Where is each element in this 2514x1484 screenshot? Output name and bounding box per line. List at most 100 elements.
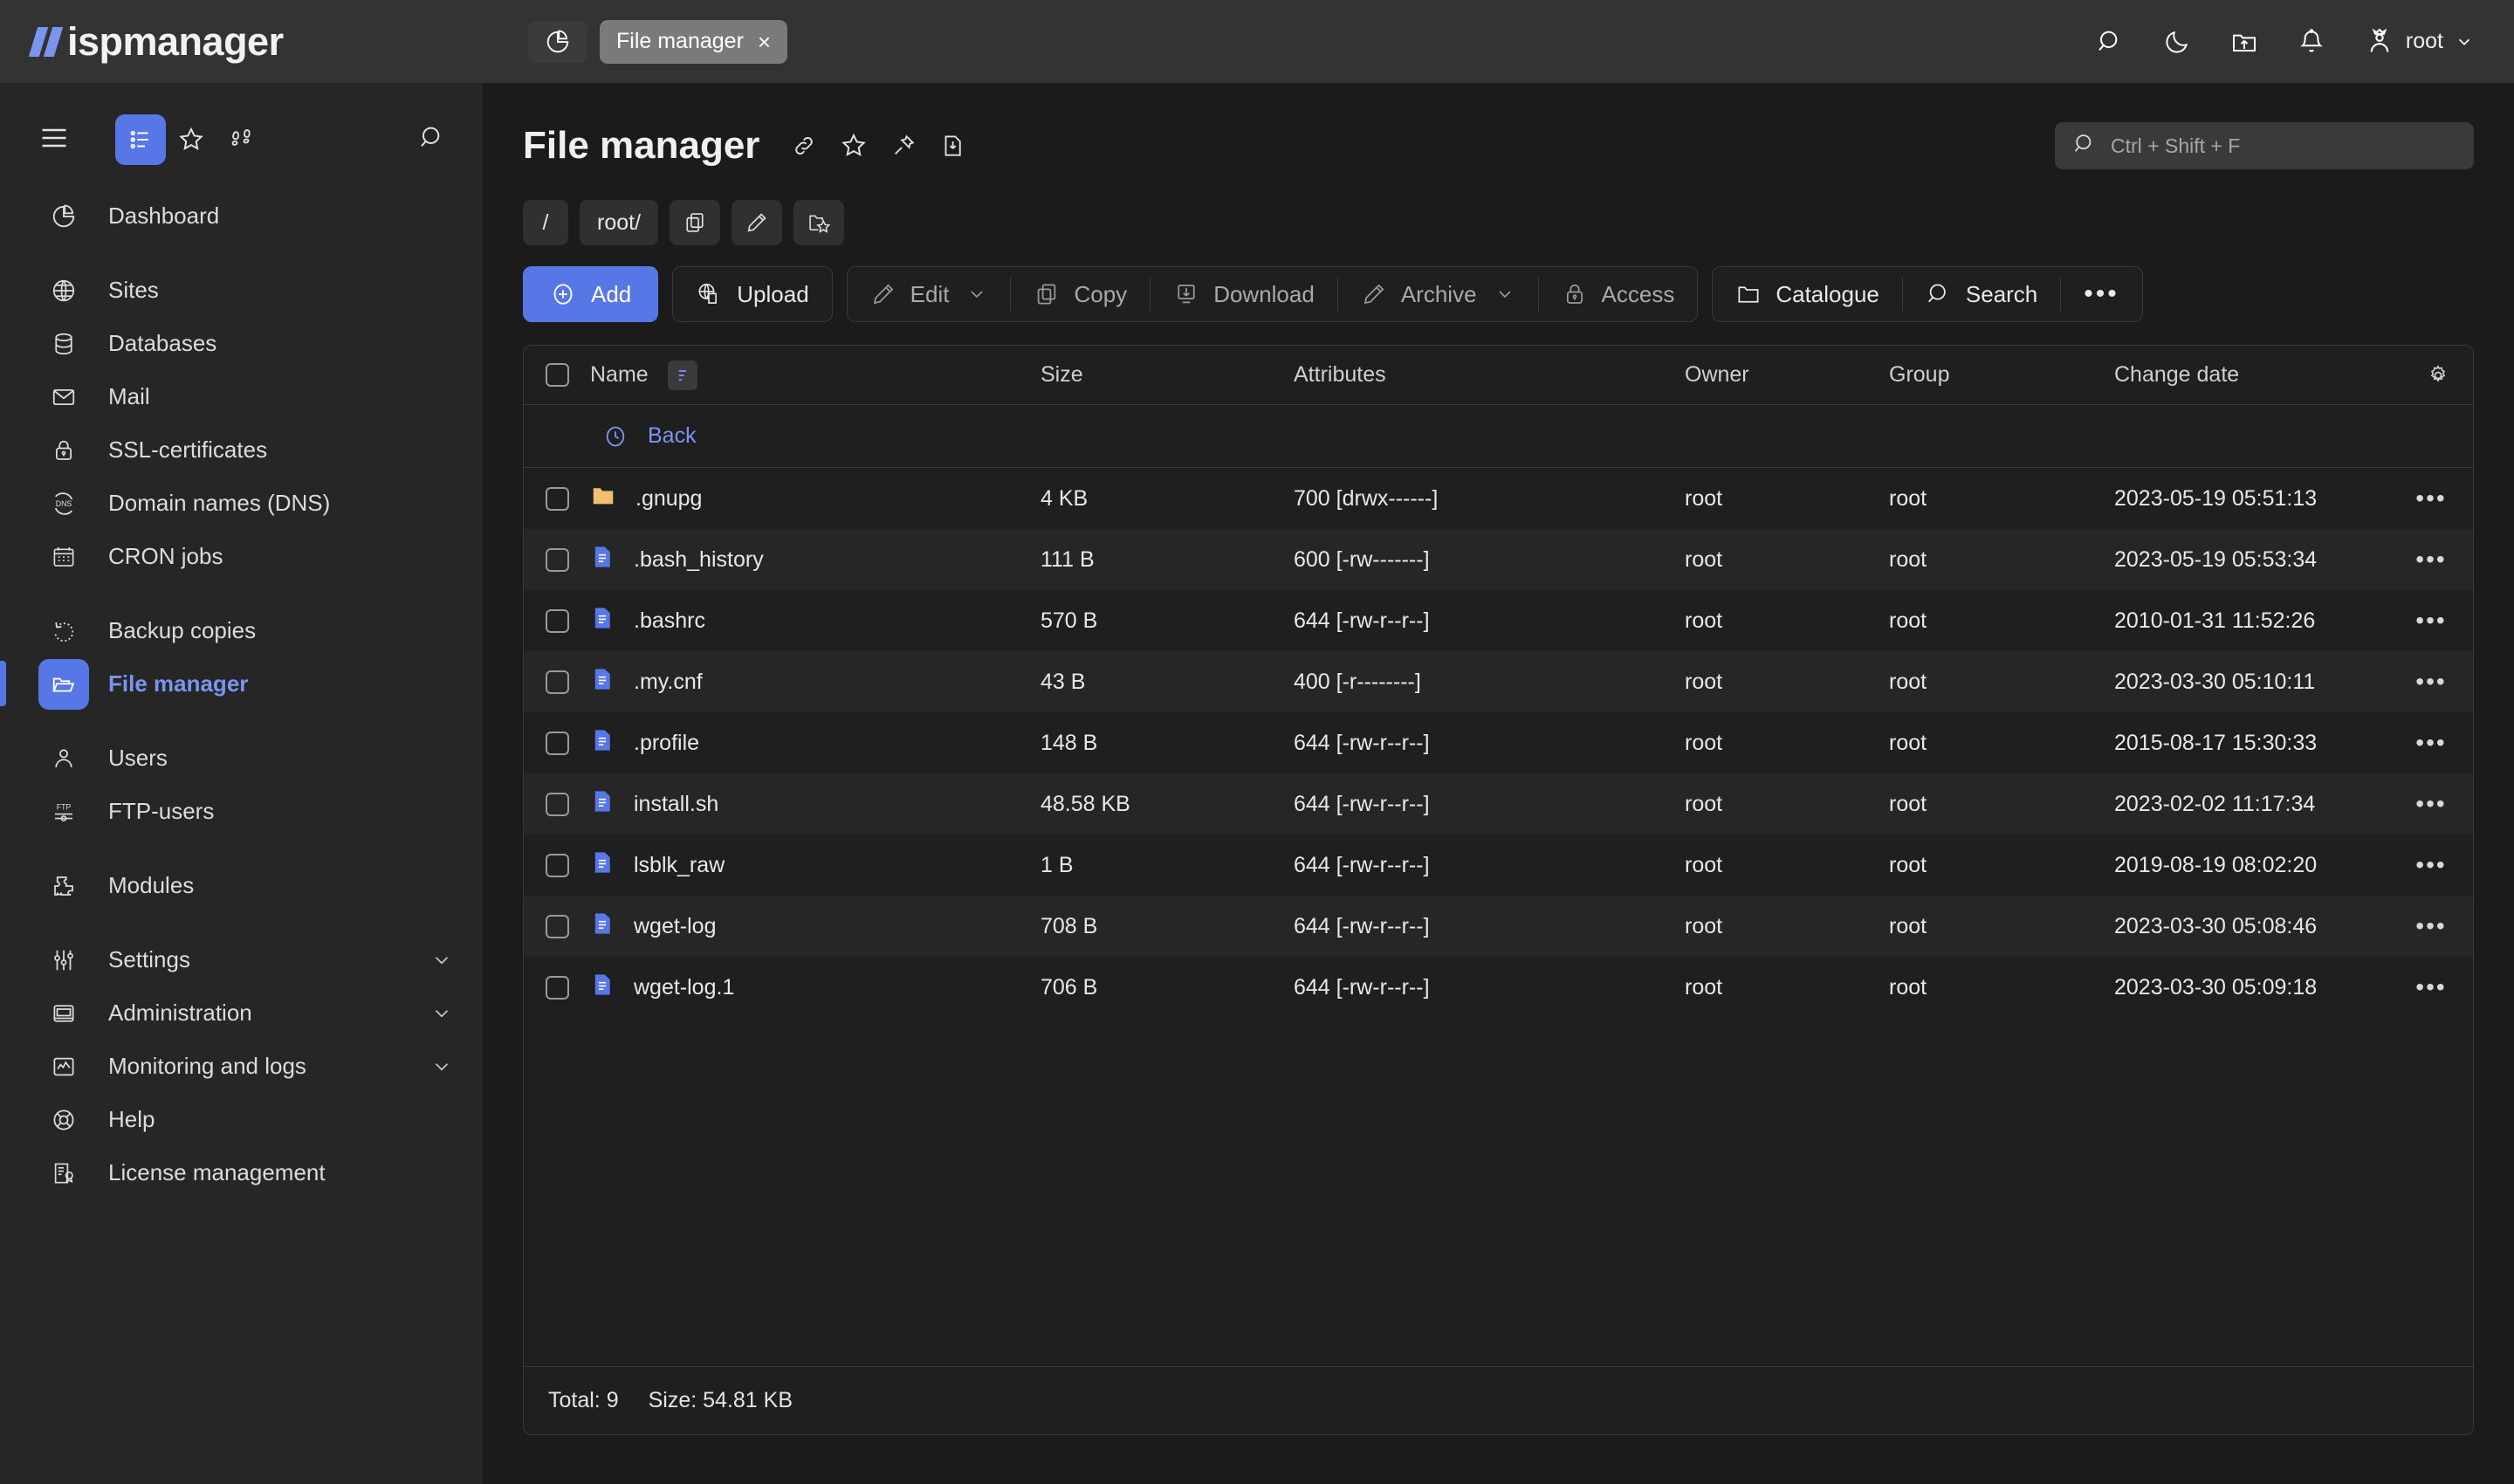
back-link[interactable]: Back xyxy=(590,423,697,450)
table-row[interactable]: wget-log.1 706 B 644 [-rw-r--r--] root root 2… xyxy=(524,957,2473,1018)
user-menu[interactable]: root xyxy=(2365,27,2474,57)
sidebar-search-icon[interactable] xyxy=(418,124,446,156)
chevron-down-icon[interactable] xyxy=(1494,284,1515,305)
sidebar-item-backup-copies[interactable]: Backup copies xyxy=(0,604,483,657)
chevron-down-icon[interactable] xyxy=(430,949,453,972)
back-row[interactable]: Back xyxy=(524,405,2473,468)
sort-icon[interactable] xyxy=(667,360,697,390)
column-change-date[interactable]: Change date xyxy=(2114,362,2426,388)
dark-mode-icon[interactable] xyxy=(2163,28,2191,56)
cell-name[interactable]: .bash_history xyxy=(590,544,1041,576)
edit-path-icon[interactable] xyxy=(732,200,783,245)
hamburger-menu-icon[interactable] xyxy=(38,122,70,158)
column-owner[interactable]: Owner xyxy=(1685,362,1889,388)
sidebar-item-domain-names[interactable]: DNS Domain names (DNS) xyxy=(0,477,483,530)
cell-name[interactable]: .bashrc xyxy=(590,605,1041,637)
table-row[interactable]: install.sh 48.58 KB 644 [-rw-r--r--] root ro… xyxy=(524,773,2473,835)
breadcrumb-root[interactable]: / xyxy=(523,200,568,245)
sidebar-item-ssl-certificates[interactable]: SSL-certificates xyxy=(0,423,483,477)
row-checkbox[interactable] xyxy=(545,914,569,938)
pin-icon[interactable] xyxy=(890,133,917,159)
copy-path-icon[interactable] xyxy=(670,200,721,245)
sidebar-item-sites[interactable]: Sites xyxy=(0,264,483,317)
search-button[interactable]: Search xyxy=(1903,267,2060,321)
global-search[interactable] xyxy=(2055,122,2474,169)
column-group[interactable]: Group xyxy=(1889,362,2114,388)
sidebar-item-modules[interactable]: Modules xyxy=(0,859,483,912)
favourites-star-icon[interactable] xyxy=(166,114,216,165)
cell-name[interactable]: wget-log.1 xyxy=(590,972,1041,1004)
sidebar-item-cron-jobs[interactable]: CRON jobs xyxy=(0,530,483,583)
row-menu-button[interactable]: ••• xyxy=(2389,790,2473,818)
tab-file-manager[interactable]: File manager × xyxy=(600,19,788,64)
column-size[interactable]: Size xyxy=(1041,362,1294,388)
footsteps-icon[interactable] xyxy=(216,114,267,165)
row-checkbox[interactable] xyxy=(545,792,569,816)
table-settings-gear-icon[interactable] xyxy=(2426,363,2450,388)
row-menu-button[interactable]: ••• xyxy=(2389,729,2473,757)
bookmark-folder-icon[interactable] xyxy=(793,200,845,245)
catalogue-button[interactable]: Catalogue xyxy=(1713,267,1902,321)
cell-name[interactable]: lsblk_raw xyxy=(590,849,1041,882)
copy-button[interactable]: Copy xyxy=(1011,267,1150,321)
export-icon[interactable] xyxy=(939,133,965,159)
table-row[interactable]: .bashrc 570 B 644 [-rw-r--r--] root root 2010… xyxy=(524,590,2473,651)
column-attributes[interactable]: Attributes xyxy=(1294,362,1685,388)
column-name[interactable]: Name xyxy=(590,360,1041,390)
download-button[interactable]: Download xyxy=(1151,267,1337,321)
row-menu-button[interactable]: ••• xyxy=(2389,607,2473,635)
row-checkbox[interactable] xyxy=(545,486,569,511)
table-row[interactable]: .gnupg 4 KB 700 [drwx------] root root 2023-0… xyxy=(524,468,2473,529)
sidebar-item-databases[interactable]: Databases xyxy=(0,317,483,370)
chevron-down-icon[interactable] xyxy=(430,1002,453,1025)
sidebar-item-mail[interactable]: Mail xyxy=(0,370,483,423)
row-checkbox[interactable] xyxy=(545,731,569,755)
sidebar-item-file-manager[interactable]: File manager xyxy=(0,657,483,711)
row-menu-button[interactable]: ••• xyxy=(2389,973,2473,1001)
table-row[interactable]: .profile 148 B 644 [-rw-r--r--] root root 201… xyxy=(524,712,2473,773)
sidebar-item-license-management[interactable]: License management xyxy=(0,1146,483,1199)
more-actions-button[interactable]: ••• xyxy=(2061,267,2142,321)
table-row[interactable]: wget-log 708 B 644 [-rw-r--r--] root root 202… xyxy=(524,896,2473,957)
row-menu-button[interactable]: ••• xyxy=(2389,912,2473,940)
row-menu-button[interactable]: ••• xyxy=(2389,546,2473,574)
access-button[interactable]: Access xyxy=(1539,267,1698,321)
archive-button[interactable]: Archive xyxy=(1338,267,1538,321)
sidebar-item-monitoring-and-logs[interactable]: Monitoring and logs xyxy=(0,1040,483,1093)
table-row[interactable]: .bash_history 111 B 600 [-rw-------] root ro… xyxy=(524,529,2473,590)
table-row[interactable]: .my.cnf 43 B 400 [-r--------] root root 2023-… xyxy=(524,651,2473,712)
cell-name[interactable]: install.sh xyxy=(590,788,1041,821)
row-checkbox[interactable] xyxy=(545,608,569,633)
cell-name[interactable]: .my.cnf xyxy=(590,666,1041,698)
back-cell[interactable]: Back xyxy=(590,423,1041,450)
search-input[interactable] xyxy=(2111,134,2456,158)
row-checkbox[interactable] xyxy=(545,670,569,694)
cell-name[interactable]: .profile xyxy=(590,727,1041,759)
upload-folder-icon[interactable] xyxy=(2230,28,2258,56)
favourite-star-icon[interactable] xyxy=(840,132,868,160)
row-checkbox[interactable] xyxy=(545,975,569,1000)
row-checkbox[interactable] xyxy=(545,547,569,572)
cell-name[interactable]: wget-log xyxy=(590,910,1041,943)
sidebar-item-administration[interactable]: Administration xyxy=(0,986,483,1040)
breadcrumb-root-dir[interactable]: root/ xyxy=(580,200,659,245)
sidebar-item-help[interactable]: Help xyxy=(0,1093,483,1146)
link-icon[interactable] xyxy=(791,133,817,159)
list-view-icon[interactable] xyxy=(115,114,166,165)
edit-button[interactable]: Edit xyxy=(848,267,1011,321)
upload-button[interactable]: Upload xyxy=(672,266,833,322)
pie-chart-icon[interactable] xyxy=(528,20,587,63)
row-menu-button[interactable]: ••• xyxy=(2389,484,2473,512)
sidebar-item-settings[interactable]: Settings xyxy=(0,933,483,986)
row-menu-button[interactable]: ••• xyxy=(2389,851,2473,879)
select-all-checkbox[interactable] xyxy=(545,363,569,387)
add-button[interactable]: Add xyxy=(523,266,659,322)
sidebar-item-dashboard[interactable]: Dashboard xyxy=(0,189,483,243)
row-menu-button[interactable]: ••• xyxy=(2389,668,2473,696)
cell-name[interactable]: .gnupg xyxy=(590,483,1041,515)
table-row[interactable]: lsblk_raw 1 B 644 [-rw-r--r--] root root 2019… xyxy=(524,835,2473,896)
search-icon[interactable] xyxy=(2096,28,2124,56)
sidebar-item-ftp-users[interactable]: FTP FTP-users xyxy=(0,785,483,838)
notifications-icon[interactable] xyxy=(2298,28,2325,56)
chevron-down-icon[interactable] xyxy=(966,284,987,305)
